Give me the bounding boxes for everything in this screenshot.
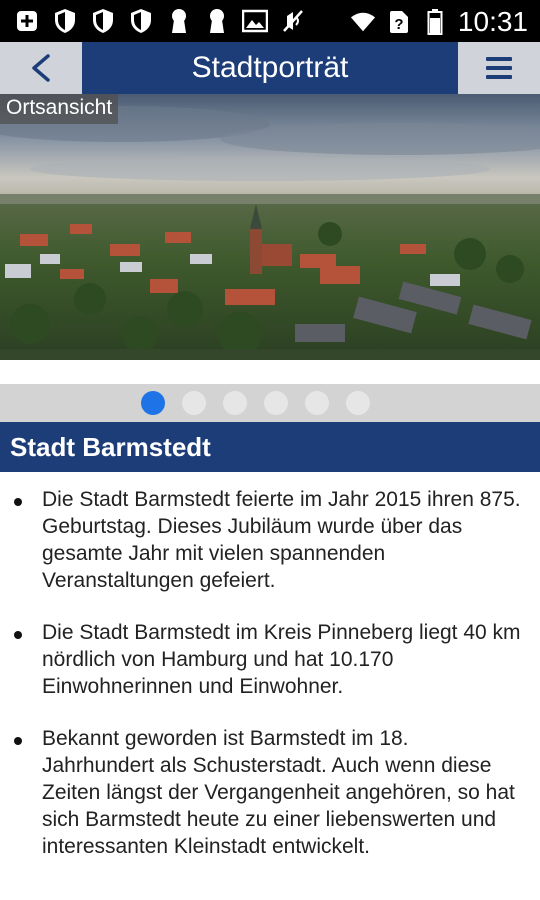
section-header: Stadt Barmstedt xyxy=(0,422,540,472)
back-button[interactable] xyxy=(0,42,82,94)
app-bar: Stadtporträt xyxy=(0,42,540,94)
mute-icon xyxy=(280,8,306,34)
svg-text:?: ? xyxy=(394,16,403,33)
list-item: Bekannt geworden ist Barmstedt im 18. Ja… xyxy=(0,725,540,860)
bullet-icon xyxy=(14,631,22,639)
plus-box-icon xyxy=(14,8,40,34)
image-pager xyxy=(0,384,540,422)
wifi-icon xyxy=(350,9,376,35)
photo-caption: Ortsansicht xyxy=(0,94,119,124)
image-icon xyxy=(242,8,268,34)
pager-dot[interactable] xyxy=(181,391,206,415)
pager-dot[interactable] xyxy=(222,391,247,415)
hamburger-menu-icon xyxy=(486,57,512,79)
chevron-left-icon xyxy=(32,54,50,82)
spacer xyxy=(0,360,540,384)
bullet-icon xyxy=(14,737,22,745)
pager-dot[interactable] xyxy=(304,391,329,415)
content-list: Die Stadt Barmstedt feierte im Jahr 2015… xyxy=(0,486,540,885)
notification-icons xyxy=(14,8,306,34)
section-title: Stadt Barmstedt xyxy=(10,432,211,462)
pager-dot[interactable] xyxy=(345,391,370,415)
status-time: 10:31 xyxy=(457,6,528,37)
system-indicators: ? 10:31 xyxy=(350,6,528,38)
no-sim-icon: ? xyxy=(386,9,412,35)
list-item-text: Die Stadt Barmstedt feierte im Jahr 2015… xyxy=(42,488,521,592)
page-title: Stadtporträt xyxy=(191,51,349,84)
menu-button[interactable] xyxy=(458,42,540,94)
battery-icon xyxy=(422,9,448,35)
shield-icon xyxy=(52,8,78,34)
keyhole-icon xyxy=(166,8,192,34)
bullet-icon xyxy=(14,498,22,506)
status-bar: ? 10:31 xyxy=(0,0,540,42)
pager-dots xyxy=(0,384,540,422)
pager-dot[interactable] xyxy=(140,391,165,415)
town-photo[interactable]: Ortsansicht xyxy=(0,94,540,360)
pager-dot[interactable] xyxy=(263,391,288,415)
keyhole-icon xyxy=(204,8,230,34)
list-item-text: Die Stadt Barmstedt im Kreis Pinneberg l… xyxy=(42,621,521,698)
list-item: Die Stadt Barmstedt im Kreis Pinneberg l… xyxy=(0,619,540,700)
shield-icon xyxy=(128,8,154,34)
list-item-text: Bekannt geworden ist Barmstedt im 18. Ja… xyxy=(42,727,515,858)
aerial-town-image xyxy=(0,94,540,360)
shield-icon xyxy=(90,8,116,34)
list-item: Die Stadt Barmstedt feierte im Jahr 2015… xyxy=(0,486,540,594)
